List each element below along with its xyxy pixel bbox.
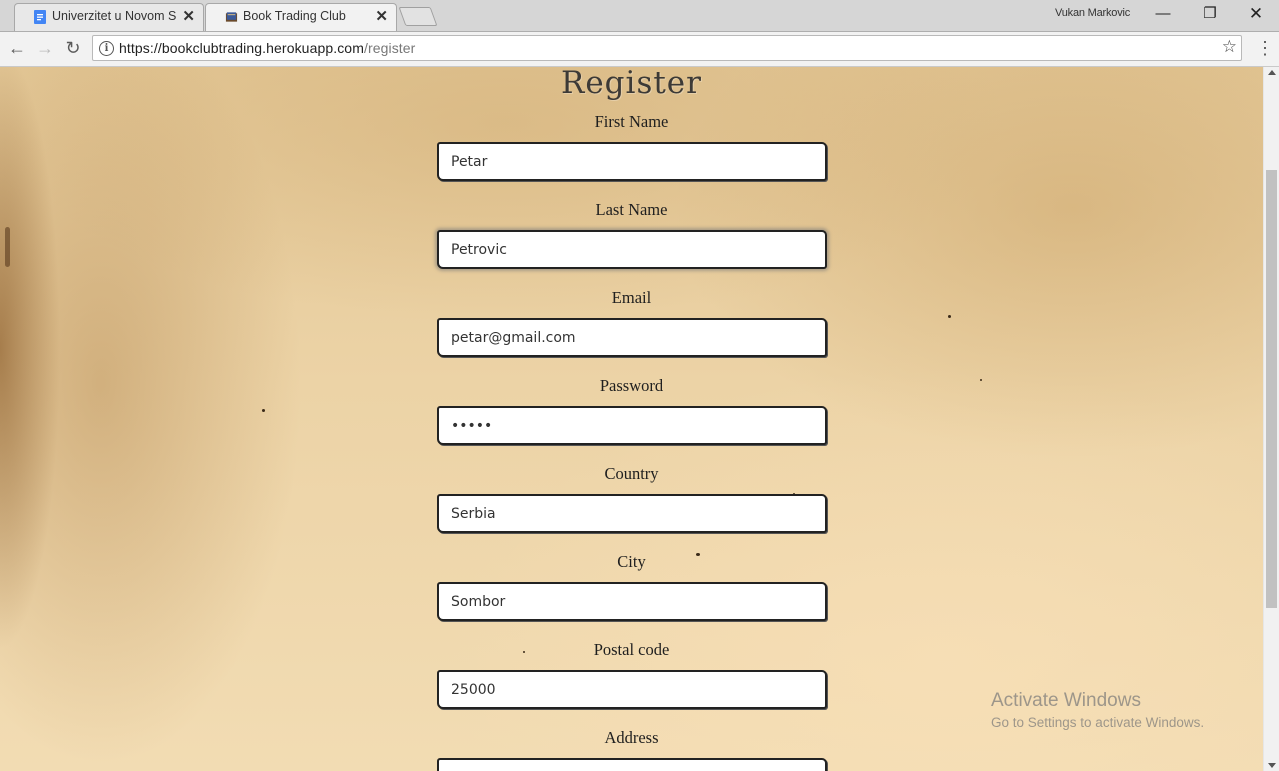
postal-code-input[interactable]	[437, 670, 827, 709]
first-name-input[interactable]	[437, 142, 827, 181]
forward-arrow-icon[interactable]: →	[33, 37, 57, 61]
tab-title: Univerzitet u Novom Sad	[52, 9, 176, 23]
page-viewport: Register First Name Last Name Email Pass…	[0, 67, 1263, 771]
last-name-input[interactable]	[437, 230, 827, 269]
first-name-label: First Name	[594, 112, 669, 131]
tab-strip: Univerzitet u Novom Sad ✕ Book Trading C…	[0, 0, 1279, 32]
browser-toolbar: ← → ↻ i https://bookclubtrading.herokuap…	[0, 32, 1279, 67]
info-icon[interactable]: i	[99, 41, 114, 56]
activate-windows-subtitle: Go to Settings to activate Windows.	[991, 715, 1205, 730]
scroll-up-arrow-icon[interactable]	[1268, 70, 1276, 75]
chrome-menu-icon[interactable]: ⋮	[1256, 38, 1274, 58]
email-label: Email	[611, 288, 652, 307]
back-arrow-icon[interactable]: ←	[5, 37, 29, 61]
address-bar[interactable]: i https://bookclubtrading.herokuapp.com/…	[92, 35, 1242, 61]
google-docs-icon	[34, 10, 46, 24]
tab-univerzitet[interactable]: Univerzitet u Novom Sad ✕	[14, 3, 204, 31]
city-label: City	[617, 552, 646, 571]
country-label: Country	[604, 464, 659, 483]
last-name-label: Last Name	[595, 200, 668, 219]
address-label: Address	[604, 728, 659, 747]
password-input[interactable]	[437, 406, 827, 445]
city-input[interactable]	[437, 582, 827, 621]
profile-name[interactable]: Vukan Markovic	[1055, 7, 1130, 19]
country-input[interactable]	[437, 494, 827, 533]
restore-icon[interactable]: ❐	[1187, 0, 1233, 30]
password-label: Password	[599, 376, 664, 395]
postal-code-label: Postal code	[593, 640, 670, 659]
new-tab-button[interactable]	[398, 7, 438, 26]
paper-speck	[262, 409, 265, 412]
scroll-down-arrow-icon[interactable]	[1268, 763, 1276, 768]
url-path: /register	[363, 40, 416, 56]
tab-book-trading-club[interactable]: Book Trading Club ✕	[205, 3, 397, 31]
address-input[interactable]	[437, 758, 827, 771]
close-window-icon[interactable]: ✕	[1233, 0, 1279, 30]
url-text[interactable]: https://bookclubtrading.herokuapp.com/re…	[119, 40, 415, 56]
tab-title: Book Trading Club	[243, 9, 346, 23]
minimize-icon[interactable]: —	[1140, 0, 1186, 30]
email-input[interactable]	[437, 318, 827, 357]
book-icon	[225, 12, 238, 22]
scroll-thumb[interactable]	[1266, 170, 1277, 608]
reload-icon[interactable]: ↻	[61, 37, 85, 61]
page-scrollbar[interactable]	[1263, 67, 1279, 771]
activate-windows-title: Activate Windows	[991, 690, 1141, 711]
page-title: Register	[561, 67, 702, 101]
url-host: https://bookclubtrading.herokuapp.com	[119, 40, 364, 56]
tab-close-icon[interactable]: ✕	[182, 3, 195, 30]
bookmark-star-icon[interactable]: ☆	[1222, 37, 1237, 57]
tab-close-icon[interactable]: ✕	[375, 3, 388, 30]
paper-speck	[948, 315, 951, 318]
paper-stain	[5, 227, 10, 267]
